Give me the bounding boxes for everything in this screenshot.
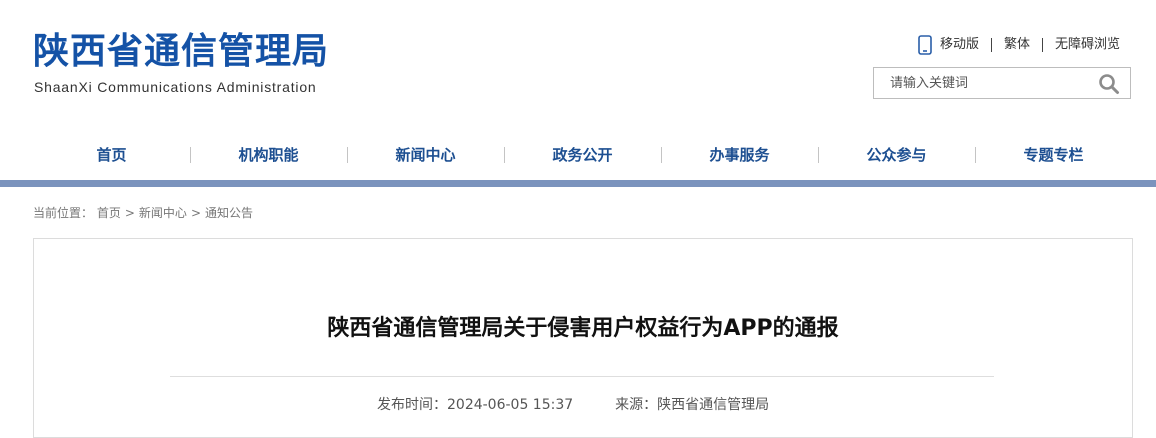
nav-item-gov-affairs[interactable]: 政务公开 (504, 138, 661, 172)
search-icon[interactable] (1098, 73, 1120, 95)
breadcrumb-separator: > (190, 206, 201, 220)
nav-item-participation[interactable]: 公众参与 (818, 138, 975, 172)
nav-underline-bar (0, 180, 1156, 187)
divider (990, 38, 992, 52)
nav-item-functions[interactable]: 机构职能 (190, 138, 347, 172)
site-subtitle: ShaanXi Communications Administration (34, 79, 317, 95)
search-box (873, 67, 1131, 99)
publish-time: 2024-06-05 15:37 (447, 397, 574, 413)
accessibility-link[interactable]: 无障碍浏览 (1055, 34, 1120, 56)
publish-time-label: 发布时间： (377, 397, 447, 413)
divider (1041, 38, 1043, 52)
mobile-phone-icon[interactable] (918, 35, 932, 55)
mobile-version-link[interactable]: 移动版 (940, 34, 979, 56)
nav-item-news[interactable]: 新闻中心 (347, 138, 504, 172)
title-divider (170, 376, 994, 377)
breadcrumb-prefix: 当前位置： (33, 206, 94, 220)
main-nav: 首页 机构职能 新闻中心 政务公开 办事服务 公众参与 专题专栏 (0, 138, 1156, 172)
nav-item-home[interactable]: 首页 (33, 138, 190, 172)
traditional-chinese-link[interactable]: 繁体 (1004, 34, 1030, 56)
breadcrumb-notices[interactable]: 通知公告 (205, 206, 253, 220)
breadcrumb-news[interactable]: 新闻中心 (139, 206, 187, 220)
breadcrumb-separator: > (124, 206, 135, 220)
article-title: 陕西省通信管理局关于侵害用户权益行为APP的通报 (327, 316, 839, 341)
nav-item-special-topics[interactable]: 专题专栏 (975, 138, 1132, 172)
top-links: 移动版 繁体 无障碍浏览 (918, 34, 1120, 56)
search-input[interactable] (874, 68, 1089, 98)
nav-item-services[interactable]: 办事服务 (661, 138, 818, 172)
article-source: 陕西省通信管理局 (657, 397, 770, 413)
breadcrumb: 当前位置： 首页 > 新闻中心 > 通知公告 (33, 204, 253, 222)
article-meta: 发布时间：2024-06-05 15:37 来源：陕西省通信管理局 (377, 395, 769, 415)
site-title[interactable]: 陕西省通信管理局 (33, 28, 329, 76)
source-label: 来源： (615, 397, 658, 413)
breadcrumb-home[interactable]: 首页 (97, 206, 121, 220)
